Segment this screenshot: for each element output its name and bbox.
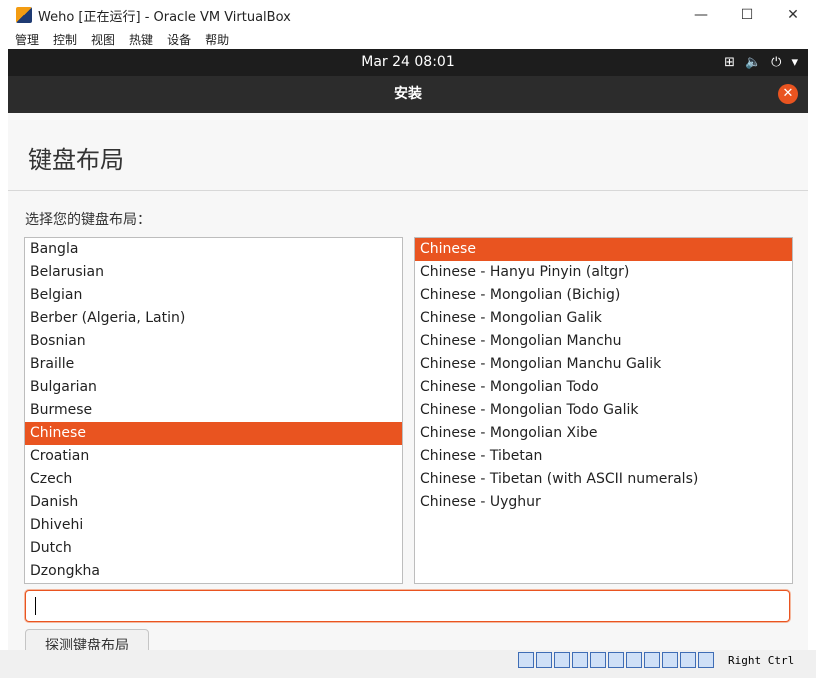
power-icon: ⏻ [771,55,782,70]
variant-item-selected[interactable]: Chinese [415,238,792,261]
device-status-icons [518,652,714,668]
variant-item[interactable]: Chinese - Mongolian Xibe [415,422,792,445]
page-header: 键盘布局 [8,113,808,191]
layout-item[interactable]: Dutch [25,537,402,560]
variant-list[interactable]: Chinese Chinese - Hanyu Pinyin (altgr) C… [414,237,793,584]
variant-item[interactable]: Chinese - Mongolian Galik [415,307,792,330]
variant-item[interactable]: Chinese - Uyghur [415,491,792,514]
page-title: 键盘布局 [28,146,124,174]
layout-item[interactable]: Bulgarian [25,376,402,399]
layout-list[interactable]: Bangla Belarusian Belgian Berber (Algeri… [24,237,403,584]
system-tray[interactable]: ⊞ 🔈 ⏻ ▾ [724,49,798,76]
layout-prompt: 选择您的键盘布局： [25,212,151,228]
host-key-label: Right Ctrl [728,654,795,667]
layout-item[interactable]: Berber (Algeria, Latin) [25,307,402,330]
gnome-top-bar: Mar 24 08:01 ⊞ 🔈 ⏻ ▾ [8,49,808,76]
layout-item[interactable]: Dzongkha [25,560,402,583]
volume-icon: 🔈 [744,55,762,70]
menu-hotkeys[interactable]: 热键 [129,31,153,48]
window-title: Weho [正在运行] - Oracle VM VirtualBox [38,9,291,25]
status-bar: Right Ctrl [0,650,816,678]
menu-control[interactable]: 控制 [53,31,77,48]
layout-item[interactable]: Czech [25,468,402,491]
chevron-down-icon: ▾ [791,55,798,70]
layout-item[interactable]: Bosnian [25,330,402,353]
virtualbox-window: Weho [正在运行] - Oracle VM VirtualBox — ☐ ✕… [0,0,816,678]
close-button[interactable]: ✕ [770,0,816,30]
variant-item[interactable]: Chinese - Mongolian (Bichig) [415,284,792,307]
layout-item[interactable]: Bangla [25,238,402,261]
audio-icon[interactable] [554,652,570,668]
variant-item[interactable]: Chinese - Mongolian Todo [415,376,792,399]
layout-item[interactable]: Danish [25,491,402,514]
layout-item[interactable]: Dhivehi [25,514,402,537]
network-icon: ⊞ [724,55,735,70]
variant-item[interactable]: Chinese - Mongolian Manchu Galik [415,353,792,376]
usb-icon[interactable] [590,652,606,668]
installer-close-button[interactable]: ✕ [778,84,798,104]
clock[interactable]: Mar 24 08:01 [8,49,808,76]
layout-item[interactable]: Belarusian [25,261,402,284]
recording-icon[interactable] [644,652,660,668]
text-caret [35,597,36,615]
menu-devices[interactable]: 设备 [167,31,191,48]
display-icon[interactable] [626,652,642,668]
minimize-button[interactable]: — [678,0,724,30]
menu-view[interactable]: 视图 [91,31,115,48]
title-bar: Weho [正在运行] - Oracle VM VirtualBox — ☐ ✕ [0,0,816,30]
harddisk-icon[interactable] [518,652,534,668]
menu-manage[interactable]: 管理 [15,31,39,48]
layout-item-selected[interactable]: Chinese [25,422,402,445]
variant-item[interactable]: Chinese - Mongolian Manchu [415,330,792,353]
installer-header: 安装 ✕ [8,76,808,113]
keyboard-test-input[interactable] [25,590,790,622]
mouse-integration-icon[interactable] [680,652,696,668]
variant-item[interactable]: Chinese - Hanyu Pinyin (altgr) [415,261,792,284]
virtualbox-icon [16,7,32,23]
variant-item[interactable]: Chinese - Tibetan [415,445,792,468]
cpu-icon[interactable] [662,652,678,668]
layout-item[interactable]: Braille [25,353,402,376]
menu-help[interactable]: 帮助 [205,31,229,48]
installer-title: 安装 [394,86,422,102]
layout-item[interactable]: Belgian [25,284,402,307]
menu-bar: 管理 控制 视图 热键 设备 帮助 [0,30,816,49]
layout-item[interactable]: Burmese [25,399,402,422]
variant-item[interactable]: Chinese - Tibetan (with ASCII numerals) [415,468,792,491]
keyboard-icon[interactable] [698,652,714,668]
maximize-button[interactable]: ☐ [724,0,770,30]
guest-screen[interactable]: Mar 24 08:01 ⊞ 🔈 ⏻ ▾ 安装 ✕ 键盘布局 选择您的键盘布局：… [8,49,808,670]
network-adapter-icon[interactable] [572,652,588,668]
shared-folder-icon[interactable] [608,652,624,668]
variant-item[interactable]: Chinese - Mongolian Todo Galik [415,399,792,422]
layout-item[interactable]: Croatian [25,445,402,468]
optical-drive-icon[interactable] [536,652,552,668]
